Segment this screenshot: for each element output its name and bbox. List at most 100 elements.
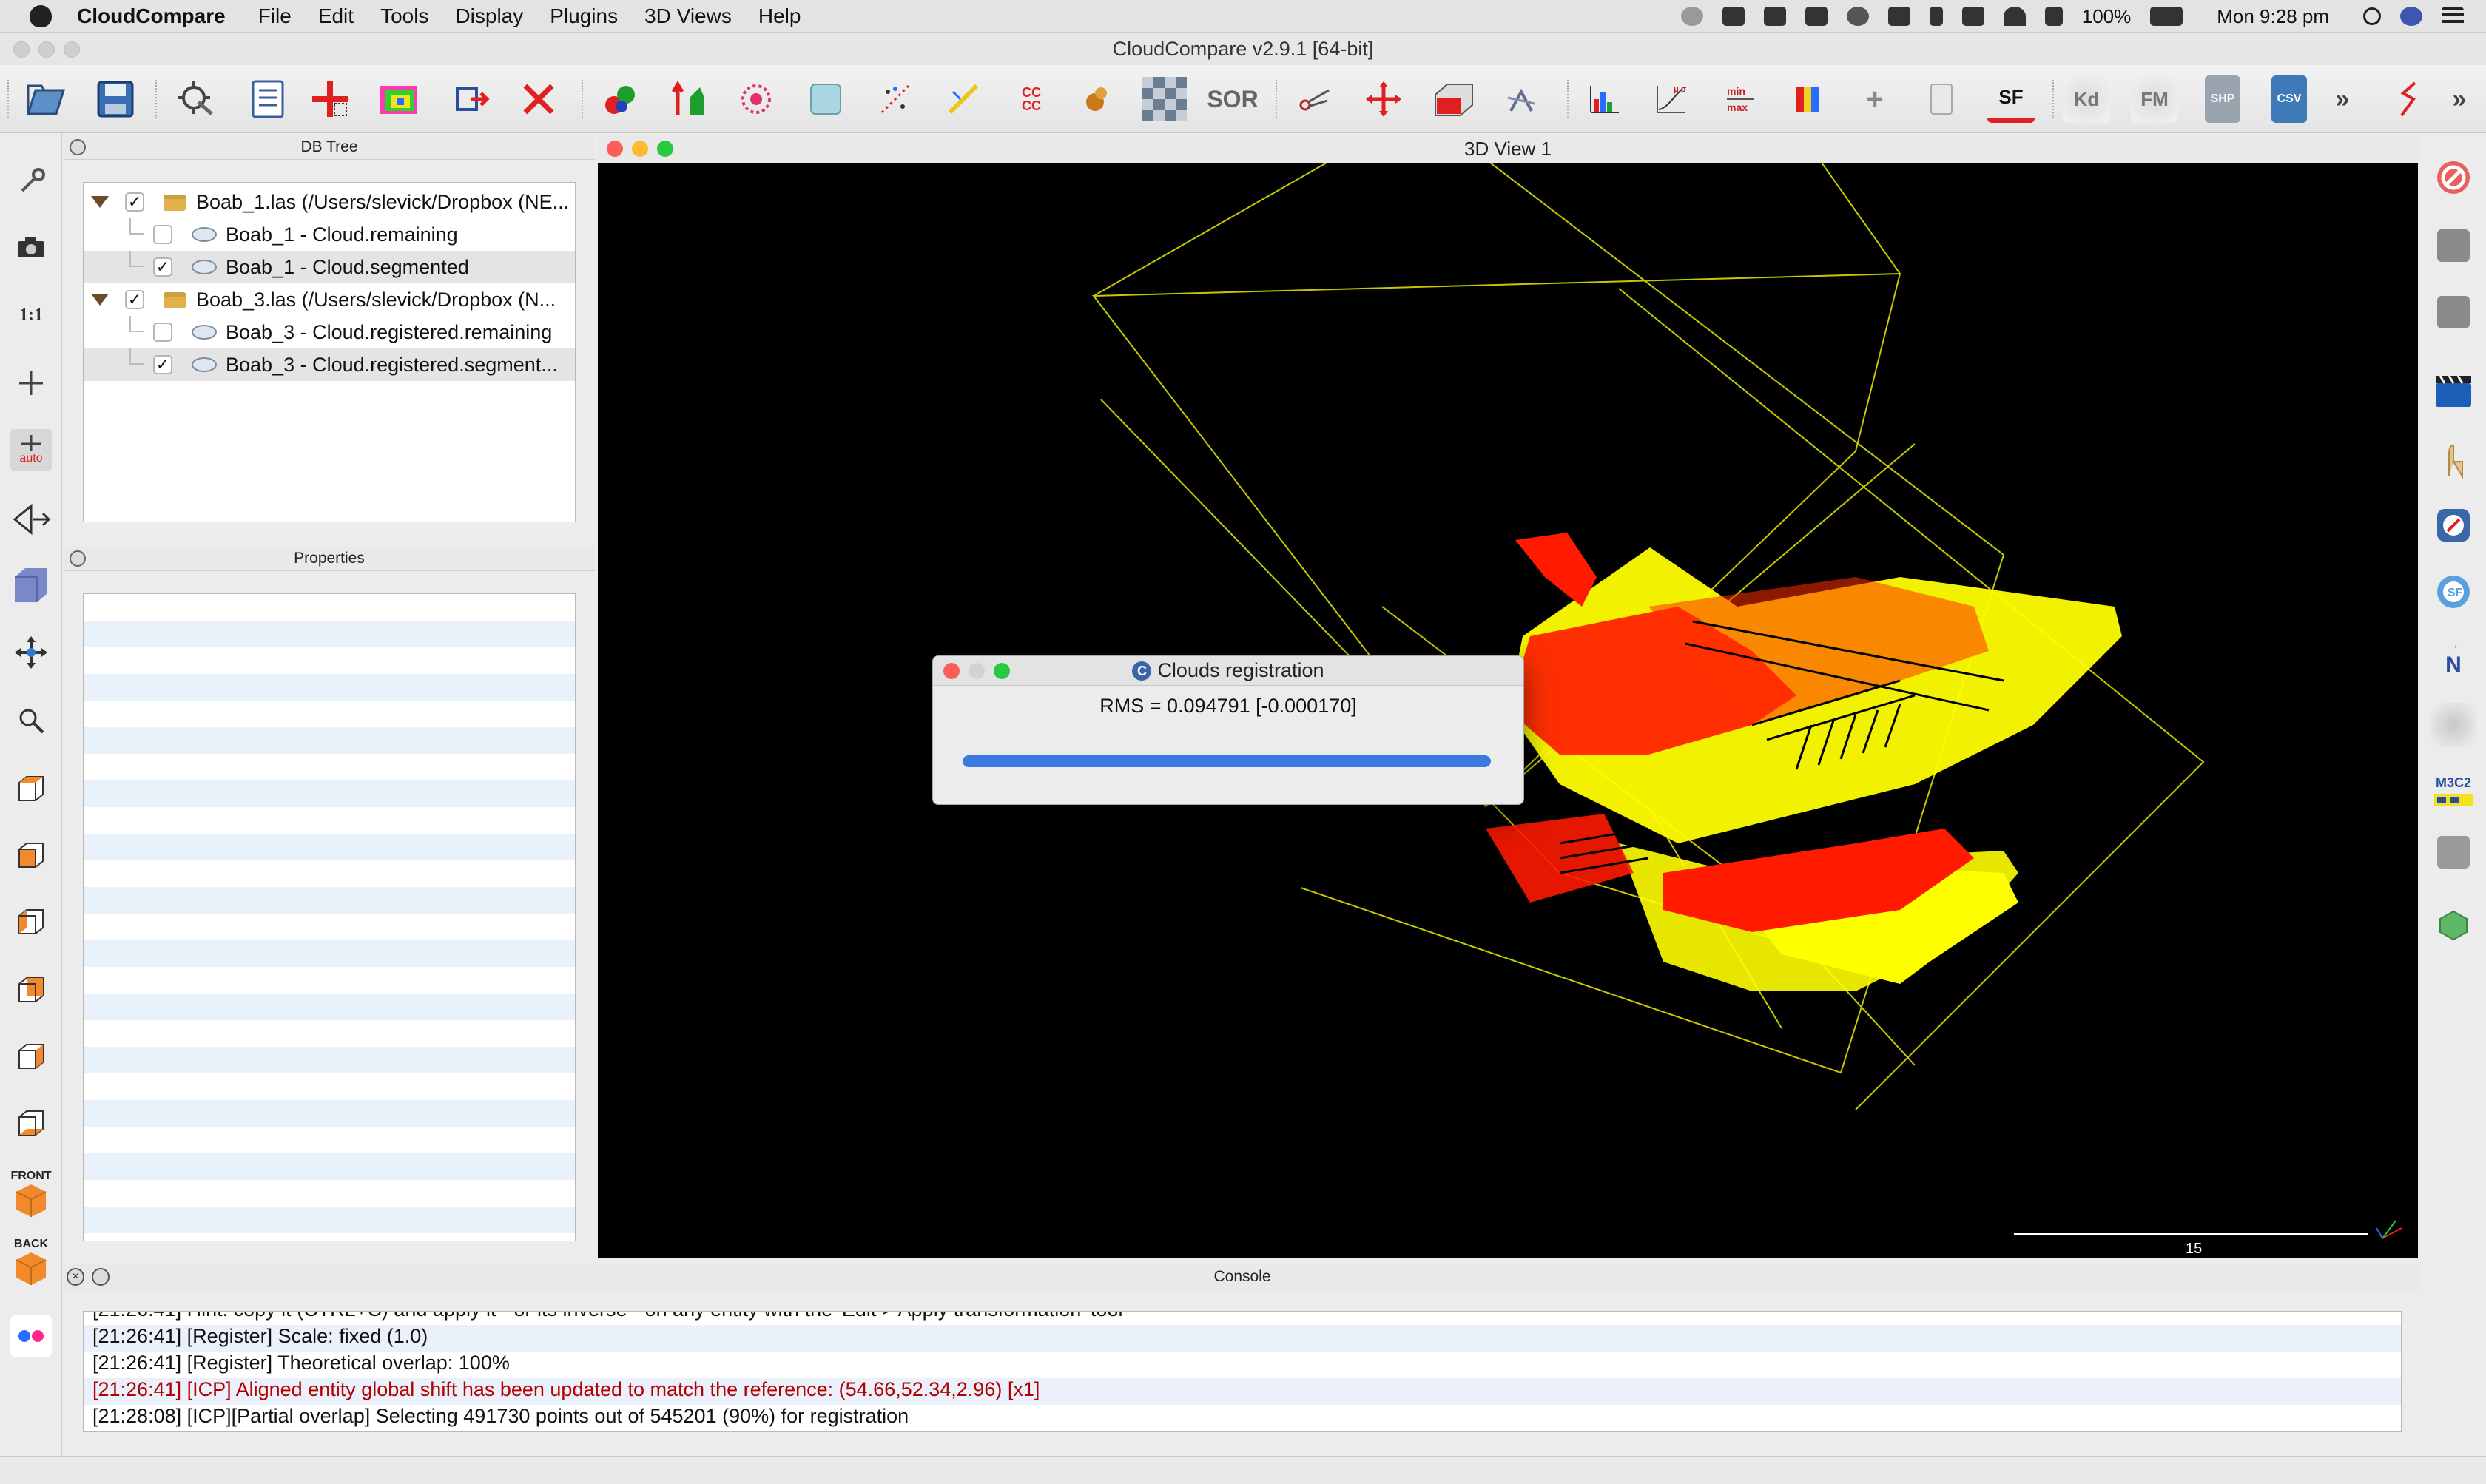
menu-tools[interactable]: Tools: [380, 4, 428, 28]
auto-pivot-button[interactable]: auto: [10, 429, 52, 471]
toolbar-more-button[interactable]: »: [2328, 75, 2357, 123]
dialog-zoom-button[interactable]: [994, 663, 1010, 679]
fast-marching-button[interactable]: FM: [2131, 75, 2178, 123]
properties-float-button[interactable]: [70, 550, 86, 567]
window-minimize-button[interactable]: [38, 41, 55, 58]
sf-display-button[interactable]: SF: [1987, 75, 2035, 123]
list-properties-icon[interactable]: [244, 75, 292, 123]
play-icon[interactable]: [1846, 7, 1869, 26]
tree-row[interactable]: ✓ Boab_1.las (/Users/slevick/Dropbox (NE…: [84, 186, 575, 218]
view-bottom-icon[interactable]: [10, 1102, 52, 1144]
ortho-cube-icon[interactable]: [10, 565, 52, 607]
ssao-shader-icon[interactable]: [2437, 296, 2470, 328]
user-avatar-icon[interactable]: [2400, 7, 2422, 26]
open-file-icon[interactable]: [22, 75, 70, 123]
menu-file[interactable]: File: [258, 4, 292, 28]
row-checkbox[interactable]: ✓: [153, 257, 172, 277]
row-checkbox[interactable]: [153, 225, 172, 244]
noise-filter-icon[interactable]: [872, 75, 919, 123]
subsample-icon[interactable]: [732, 75, 780, 123]
window-zoom-button[interactable]: [64, 41, 80, 58]
view-close-button[interactable]: [607, 141, 623, 157]
resample-icon[interactable]: [802, 75, 849, 123]
apple-menu-icon[interactable]: [30, 4, 52, 27]
settings-wrench-icon[interactable]: [10, 160, 52, 201]
save-icon[interactable]: [92, 75, 139, 123]
memory-icon[interactable]: [1961, 7, 1984, 26]
view-minimize-button[interactable]: [632, 141, 648, 157]
tree-row[interactable]: ✓ Boab_3.las (/Users/slevick/Dropbox (N.…: [84, 283, 575, 316]
histogram-icon[interactable]: [1580, 75, 1628, 123]
perspective-icon[interactable]: [10, 499, 52, 540]
hpr-icon[interactable]: [2431, 703, 2476, 747]
register-icon[interactable]: [596, 75, 644, 123]
tree-row[interactable]: Boab_3 - Cloud.registered.remaining: [84, 316, 575, 348]
airplay-icon[interactable]: [1887, 7, 1910, 26]
properties-table[interactable]: [83, 593, 576, 1241]
window-close-button[interactable]: [13, 41, 30, 58]
menu-edit[interactable]: Edit: [318, 4, 354, 28]
view-back-icon[interactable]: [10, 969, 52, 1011]
view-iso-back-button[interactable]: BACK: [10, 1235, 52, 1287]
view-left-icon[interactable]: [10, 901, 52, 942]
expand-arrow-icon[interactable]: [91, 294, 109, 306]
dbtree-float-button[interactable]: [70, 139, 86, 155]
menu-3d-views[interactable]: 3D Views: [644, 4, 732, 28]
row-checkbox[interactable]: ✓: [125, 192, 144, 212]
battery-icon[interactable]: [2150, 7, 2183, 26]
view-front-icon[interactable]: [10, 834, 52, 876]
clock[interactable]: Mon 9:28 pm: [2217, 5, 2329, 28]
sf-plugin-icon[interactable]: SF: [2431, 570, 2476, 614]
normals-icon[interactable]: [940, 75, 987, 123]
notification-center-icon[interactable]: [2442, 7, 2464, 26]
translate-rotate-icon[interactable]: [1360, 75, 1407, 123]
color-icon[interactable]: [1073, 75, 1120, 123]
shp-export-button[interactable]: SHP: [2205, 75, 2240, 123]
view-top-icon[interactable]: [10, 768, 52, 809]
csv-export-button[interactable]: CSV: [2271, 75, 2307, 123]
scissors-icon[interactable]: [1292, 75, 1339, 123]
calculator-icon[interactable]: [1918, 75, 1965, 123]
m3c2-plugin-button[interactable]: M3C2: [2431, 769, 2476, 814]
add-sf-icon[interactable]: +: [1851, 75, 1899, 123]
segment-icon[interactable]: [448, 75, 496, 123]
menu-help[interactable]: Help: [758, 4, 801, 28]
console-float-button[interactable]: [92, 1268, 110, 1286]
hand-tool-icon[interactable]: [2431, 438, 2476, 482]
spotlight-search-icon[interactable]: [2363, 7, 2381, 25]
bluetooth-icon[interactable]: [1929, 7, 1943, 26]
menu-app-name[interactable]: CloudCompare: [77, 4, 226, 28]
checkerboard-icon[interactable]: [1141, 75, 1188, 123]
view-right-icon[interactable]: [10, 1036, 52, 1077]
sor-filter-button[interactable]: SOR: [1207, 75, 1258, 123]
measure-icon[interactable]: [1498, 75, 1545, 123]
rotate-move-icon[interactable]: [10, 632, 52, 673]
min-max-icon[interactable]: min max: [1717, 75, 1764, 123]
wifi-icon[interactable]: [2003, 7, 2026, 26]
add-point-icon[interactable]: [306, 75, 354, 123]
expand-arrow-icon[interactable]: [91, 196, 109, 208]
delete-icon[interactable]: [515, 75, 562, 123]
edl-shader-icon[interactable]: [2437, 229, 2470, 262]
menu-display[interactable]: Display: [455, 4, 523, 28]
console-close-button[interactable]: ×: [67, 1268, 84, 1286]
stack-icon[interactable]: [1722, 7, 1745, 26]
animation-clapper-icon[interactable]: [2431, 368, 2476, 413]
row-checkbox[interactable]: ✓: [153, 355, 172, 374]
stop-icon[interactable]: [2431, 155, 2476, 200]
scalar-field-filter-icon[interactable]: [1785, 75, 1832, 123]
compass-icon[interactable]: [2431, 503, 2476, 547]
tree-row[interactable]: ✓ Boab_1 - Cloud.segmented: [84, 251, 575, 283]
align-icon[interactable]: [666, 75, 713, 123]
row-checkbox[interactable]: ✓: [125, 290, 144, 309]
kdtree-button[interactable]: Kd: [2063, 75, 2110, 123]
row-checkbox[interactable]: [153, 323, 172, 342]
pcv-icon[interactable]: [2437, 836, 2470, 869]
shield-icon[interactable]: [1805, 7, 1828, 26]
north-arrow-button[interactable]: → N: [2431, 636, 2476, 681]
statistics-icon[interactable]: μ,σ: [1647, 75, 1694, 123]
stereo-mode-icon[interactable]: [10, 1315, 52, 1357]
poisson-recon-icon[interactable]: [2431, 903, 2476, 947]
volume-icon[interactable]: [2044, 7, 2063, 26]
zoom-1-1-button[interactable]: 1:1: [10, 294, 52, 336]
